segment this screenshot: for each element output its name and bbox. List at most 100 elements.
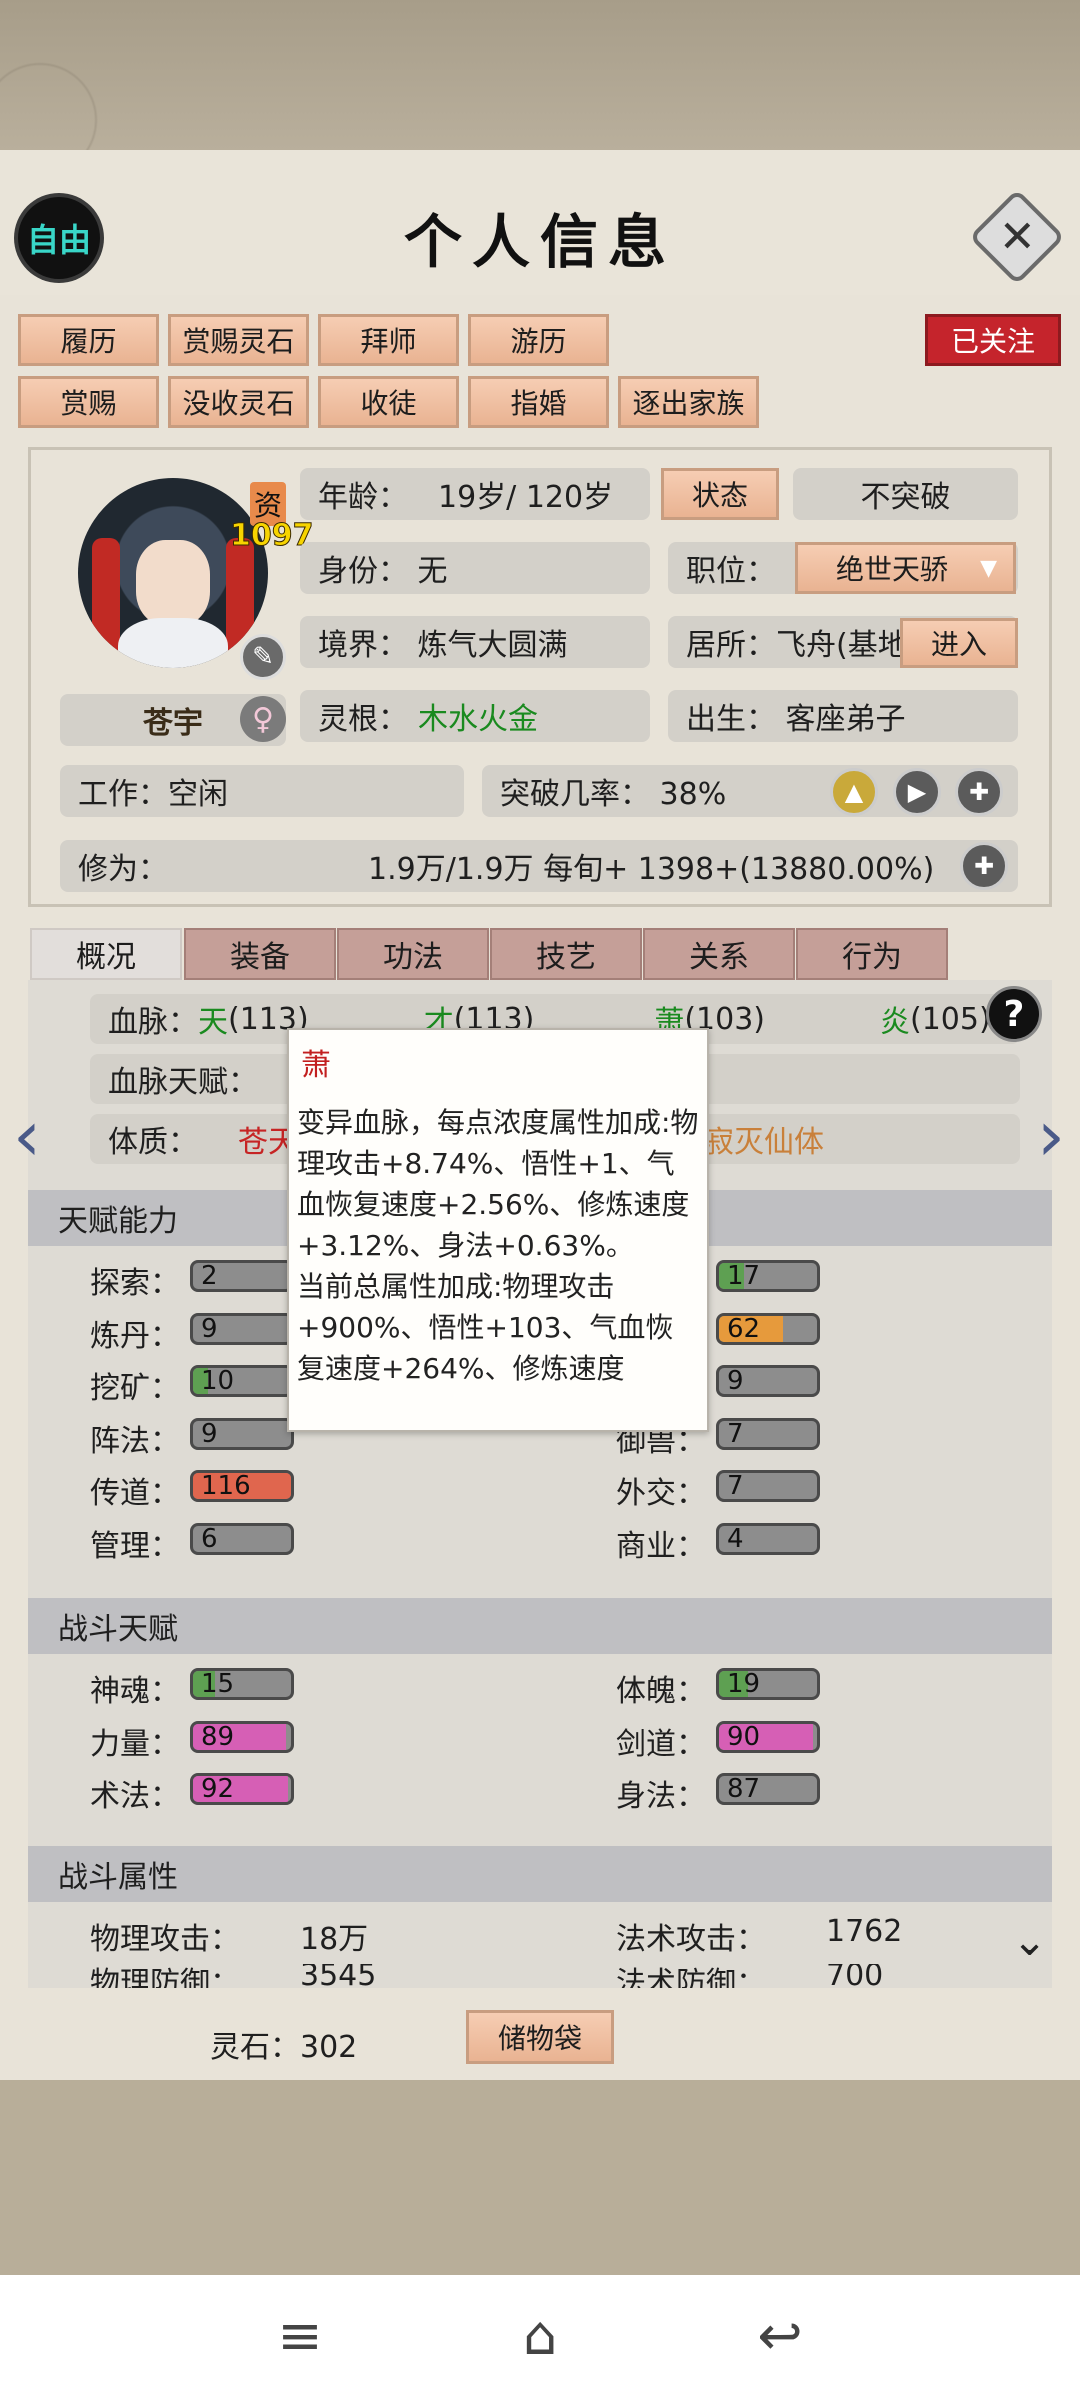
close-button[interactable]: ✕ [968, 188, 1066, 286]
add-icon[interactable]: ✚ [955, 768, 1003, 816]
talent-left-2-bar: 10 [190, 1365, 294, 1397]
combat-talent-bar-value: 19 [727, 1669, 761, 1699]
combat-talent-bar-value: 92 [201, 1774, 235, 1804]
talent-left-1-bar: 9 [190, 1312, 294, 1345]
combat-talent-bar-value: 15 [201, 1669, 235, 1699]
talent-right-3-bar: 7 [716, 1417, 820, 1450]
talent-right-5-label: 商业： [616, 1528, 706, 1564]
spirit-root-value: 木水火金 [418, 702, 538, 737]
chevron-left-icon[interactable]: ‹ [6, 1096, 48, 1176]
combat-talent-right-1-label: 剑道： [616, 1726, 706, 1762]
tab-skills[interactable]: 技艺 [490, 928, 642, 980]
avatar[interactable] [78, 478, 268, 668]
talent-bar-value: 9 [201, 1418, 218, 1449]
cultivation-add-icon[interactable]: ✚ [960, 842, 1008, 890]
combat-talent-left-1-bar: 89 [190, 1720, 294, 1753]
talent-left-0-bar: 2 [190, 1260, 294, 1292]
play-icon[interactable]: ▶ [893, 768, 941, 816]
top-decoration [0, 0, 1080, 150]
combat-attr-title: 战斗属性 [28, 1846, 1052, 1902]
combat-talent-right-2-bar: 87 [716, 1773, 820, 1805]
talent-left-4-label: 传道： [90, 1476, 180, 1511]
travel-button[interactable]: 游历 [468, 314, 609, 366]
phys-def-value: 3545 [300, 1964, 377, 1988]
storage-bag-button[interactable]: 储物袋 [466, 2010, 614, 2064]
talent-right-4-bar: 7 [716, 1470, 820, 1502]
menu-icon[interactable]: ≡ [260, 2296, 340, 2376]
spirit-root-label: 灵根： [318, 702, 408, 737]
talent-left-3-bar: 9 [190, 1417, 294, 1450]
tab-techniques[interactable]: 功法 [337, 928, 489, 980]
tab-overview[interactable]: 概况 [30, 928, 182, 980]
bottom-background [0, 2080, 1080, 2275]
breakthrough-icon[interactable]: ▲ [830, 768, 878, 816]
status-button[interactable]: 状态 [661, 468, 779, 520]
reward-button[interactable]: 赏赐 [18, 376, 159, 428]
position-label: 职位： [686, 554, 776, 589]
page-title: 个人信息 [403, 208, 676, 276]
identity-field: 身份： 无 [300, 542, 650, 594]
talent-right-4-label: 外交： [616, 1476, 706, 1511]
magic-atk-label: 法术攻击： [616, 1922, 766, 1957]
spirit-root-field: 灵根： 木水火金 [300, 690, 650, 742]
talent-left-1-label: 炼丹： [90, 1318, 180, 1354]
confiscate-spirit-stone-button[interactable]: 没收灵石 [168, 376, 309, 428]
talent-left-5-label: 管理： [90, 1528, 180, 1564]
enter-button[interactable]: 进入 [900, 618, 1018, 668]
close-icon: ✕ [998, 211, 1036, 262]
combat-talent-right-0-bar: 19 [716, 1668, 820, 1700]
magic-def-value: 700 [826, 1964, 884, 1988]
combat-talent-right-2-label: 身法： [616, 1779, 706, 1814]
talent-bar-value: 62 [727, 1313, 761, 1344]
combat-talent-left-2-bar: 92 [190, 1773, 294, 1805]
take-disciple-button[interactable]: 收徒 [318, 376, 459, 428]
chevron-down-icon[interactable]: ⌄ [1012, 1916, 1047, 1965]
physique-right: 寂灭仙体 [704, 1125, 824, 1160]
talent-right-2-bar: 9 [716, 1365, 820, 1397]
combat-talent-bar-value: 89 [201, 1721, 235, 1752]
magic-atk-value: 1762 [826, 1914, 903, 1949]
combat-attr-clip: 物理防御： 3545 法术防御： 700 [28, 1964, 1052, 1988]
back-icon[interactable]: ↩ [740, 2296, 820, 2376]
bloodline-4-value: (105) [910, 1001, 991, 1037]
bloodline-1-name: 天 [198, 1005, 228, 1040]
talent-bar-value: 9 [727, 1366, 744, 1396]
take-master-button[interactable]: 拜师 [318, 314, 459, 366]
position-value: 绝世天骄 [836, 553, 949, 586]
position-dropdown[interactable]: 绝世天骄 ▼ [795, 542, 1016, 594]
tooltip-title: 萧 [301, 1048, 331, 1083]
talent-bar-value: 116 [201, 1471, 251, 1501]
free-mode-badge[interactable]: 自由 [18, 197, 100, 279]
combat-talent-left-0-bar: 15 [190, 1668, 294, 1700]
follow-button[interactable]: 已关注 [925, 314, 1061, 366]
edit-icon[interactable]: ✎ [240, 634, 286, 680]
combat-talent-bar-value: 90 [727, 1721, 761, 1752]
combat-talent-bar-value: 87 [727, 1774, 761, 1804]
cultivation-label: 修为： [78, 852, 168, 887]
talent-left-3-label: 阵法： [90, 1423, 180, 1459]
chevron-right-icon[interactable]: › [1030, 1096, 1072, 1176]
spirit-stone-count: 灵石：302 [210, 2030, 358, 2065]
expel-from-clan-button[interactable]: 逐出家族 [618, 376, 759, 428]
breakthrough-option[interactable]: 不突破 [793, 468, 1018, 520]
reward-spirit-stone-button[interactable]: 赏赐灵石 [168, 314, 309, 366]
dropdown-arrow-icon: ▼ [980, 555, 997, 581]
bloodline-label: 血脉： [108, 1005, 198, 1040]
physique-label: 体质： [108, 1125, 198, 1160]
help-icon[interactable]: ? [986, 986, 1042, 1042]
talent-bar-value: 17 [727, 1261, 761, 1291]
tab-behavior[interactable]: 行为 [796, 928, 948, 980]
combat-talent-title: 战斗天赋 [28, 1598, 1052, 1654]
bloodline-4-name: 炎 [880, 1005, 911, 1040]
talent-left-0-label: 探索： [90, 1266, 180, 1301]
home-icon[interactable]: ⌂ [500, 2296, 580, 2376]
age-field: 年龄： 19岁/ 120岁 [300, 468, 650, 520]
talent-right-5-bar: 4 [716, 1522, 820, 1555]
age-label: 年龄： [318, 480, 408, 515]
history-button[interactable]: 履历 [18, 314, 159, 366]
female-icon: ♀ [240, 696, 286, 742]
tab-equipment[interactable]: 装备 [184, 928, 336, 980]
tab-relations[interactable]: 关系 [643, 928, 795, 980]
arrange-marriage-button[interactable]: 指婚 [468, 376, 609, 428]
talent-bar-value: 4 [727, 1523, 744, 1554]
